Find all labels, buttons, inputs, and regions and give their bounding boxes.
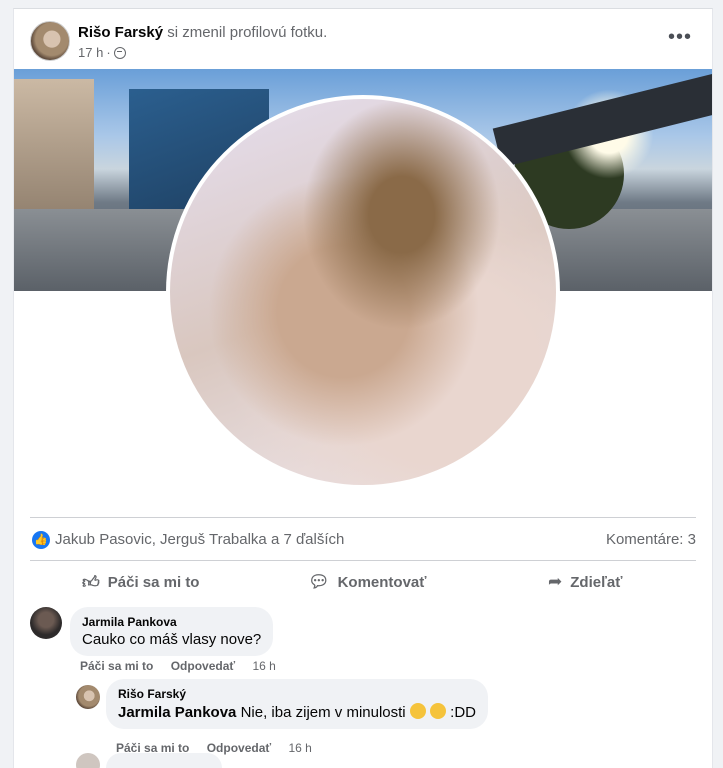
comment-bubble: Jarmila Pankova Cauko co máš vlasy nove? [70, 607, 274, 656]
comment: Jarmila Pankova Cauko co máš vlasy nove?… [30, 607, 690, 677]
comment-text: Cauko co máš vlasy nove? [82, 631, 262, 648]
meta-separator: · [106, 45, 111, 60]
likers-list[interactable]: Jakub Pasovic, Jerguš Trabalka a 7 ďalší… [55, 531, 344, 548]
comment-bubble [106, 753, 222, 768]
profile-photo[interactable] [170, 99, 556, 485]
share-button-label: Zdieľať [570, 573, 623, 591]
author-avatar[interactable] [30, 21, 70, 61]
author-name[interactable]: Rišo Farský [78, 24, 163, 41]
commenter-avatar[interactable] [30, 607, 62, 639]
post-author-line: Rišo Farský si zmenil profilovú fotku. [78, 24, 327, 41]
like-button[interactable]: 👍︎ Páči sa mi to [82, 569, 199, 595]
comment-reply-link[interactable]: Odpovedať [207, 741, 271, 755]
comment-button-label: Komentovať [337, 573, 427, 591]
post-time[interactable]: 17 h [78, 45, 103, 60]
commenter-avatar[interactable] [76, 685, 100, 709]
thumbs-up-icon: 👍︎ [82, 572, 100, 592]
post-card: Rišo Farský si zmenil profilovú fotku. 1… [13, 8, 713, 768]
frowning-emoji-icon [429, 703, 446, 719]
post-meta: 17 h · [78, 45, 126, 60]
commenter-avatar[interactable] [76, 753, 100, 768]
post-actions: 👍︎ Páči sa mi to 💬︎ Komentovať ➦ Zdieľať [30, 565, 696, 599]
reply-comment: Rišo Farský Jarmila Pankova Nie, iba zij… [76, 679, 696, 755]
comment-body: Nie, iba zijem v minulosti [240, 704, 406, 721]
comment-actions: Páči sa mi to Odpovedať 16 h [80, 659, 290, 673]
post-header: Rišo Farský si zmenil profilovú fotku. 1… [30, 21, 696, 65]
comment-time[interactable]: 16 h [253, 659, 276, 673]
share-button[interactable]: ➦ Zdieľať [548, 569, 622, 595]
profile-photo-frame [166, 95, 560, 489]
like-icon: 👍 [32, 531, 50, 549]
comment-bubble: Rišo Farský Jarmila Pankova Nie, iba zij… [106, 679, 488, 729]
comment-time[interactable]: 16 h [289, 741, 312, 755]
comment-like-link[interactable]: Páči sa mi to [80, 659, 153, 673]
globe-icon[interactable] [113, 46, 126, 59]
commenter-name[interactable]: Jarmila Pankova [82, 615, 261, 629]
grinning-emoji-icon [409, 703, 426, 719]
comments-count[interactable]: Komentáre: 3 [606, 531, 696, 548]
commenter-name[interactable]: Rišo Farský [118, 687, 476, 701]
more-options-icon[interactable]: ••• [668, 27, 692, 47]
comment-reply-link[interactable]: Odpovedať [171, 659, 235, 673]
share-icon: ➦ [548, 572, 563, 591]
comment-icon: 💬︎ [308, 572, 330, 591]
reactions-bar: 👍 Jakub Pasovic, Jerguš Trabalka a 7 ďal… [30, 517, 696, 561]
post-activity: si zmenil profilovú fotku. [167, 24, 328, 41]
comment-text: Jarmila Pankova Nie, iba zijem v minulos… [118, 703, 476, 721]
comment-button[interactable]: 💬︎ Komentovať [308, 569, 426, 595]
like-button-label: Páči sa mi to [107, 573, 200, 591]
mentioned-user[interactable]: Jarmila Pankova [118, 704, 236, 721]
cover-building [14, 79, 94, 229]
comment-suffix: :DD [450, 704, 476, 721]
